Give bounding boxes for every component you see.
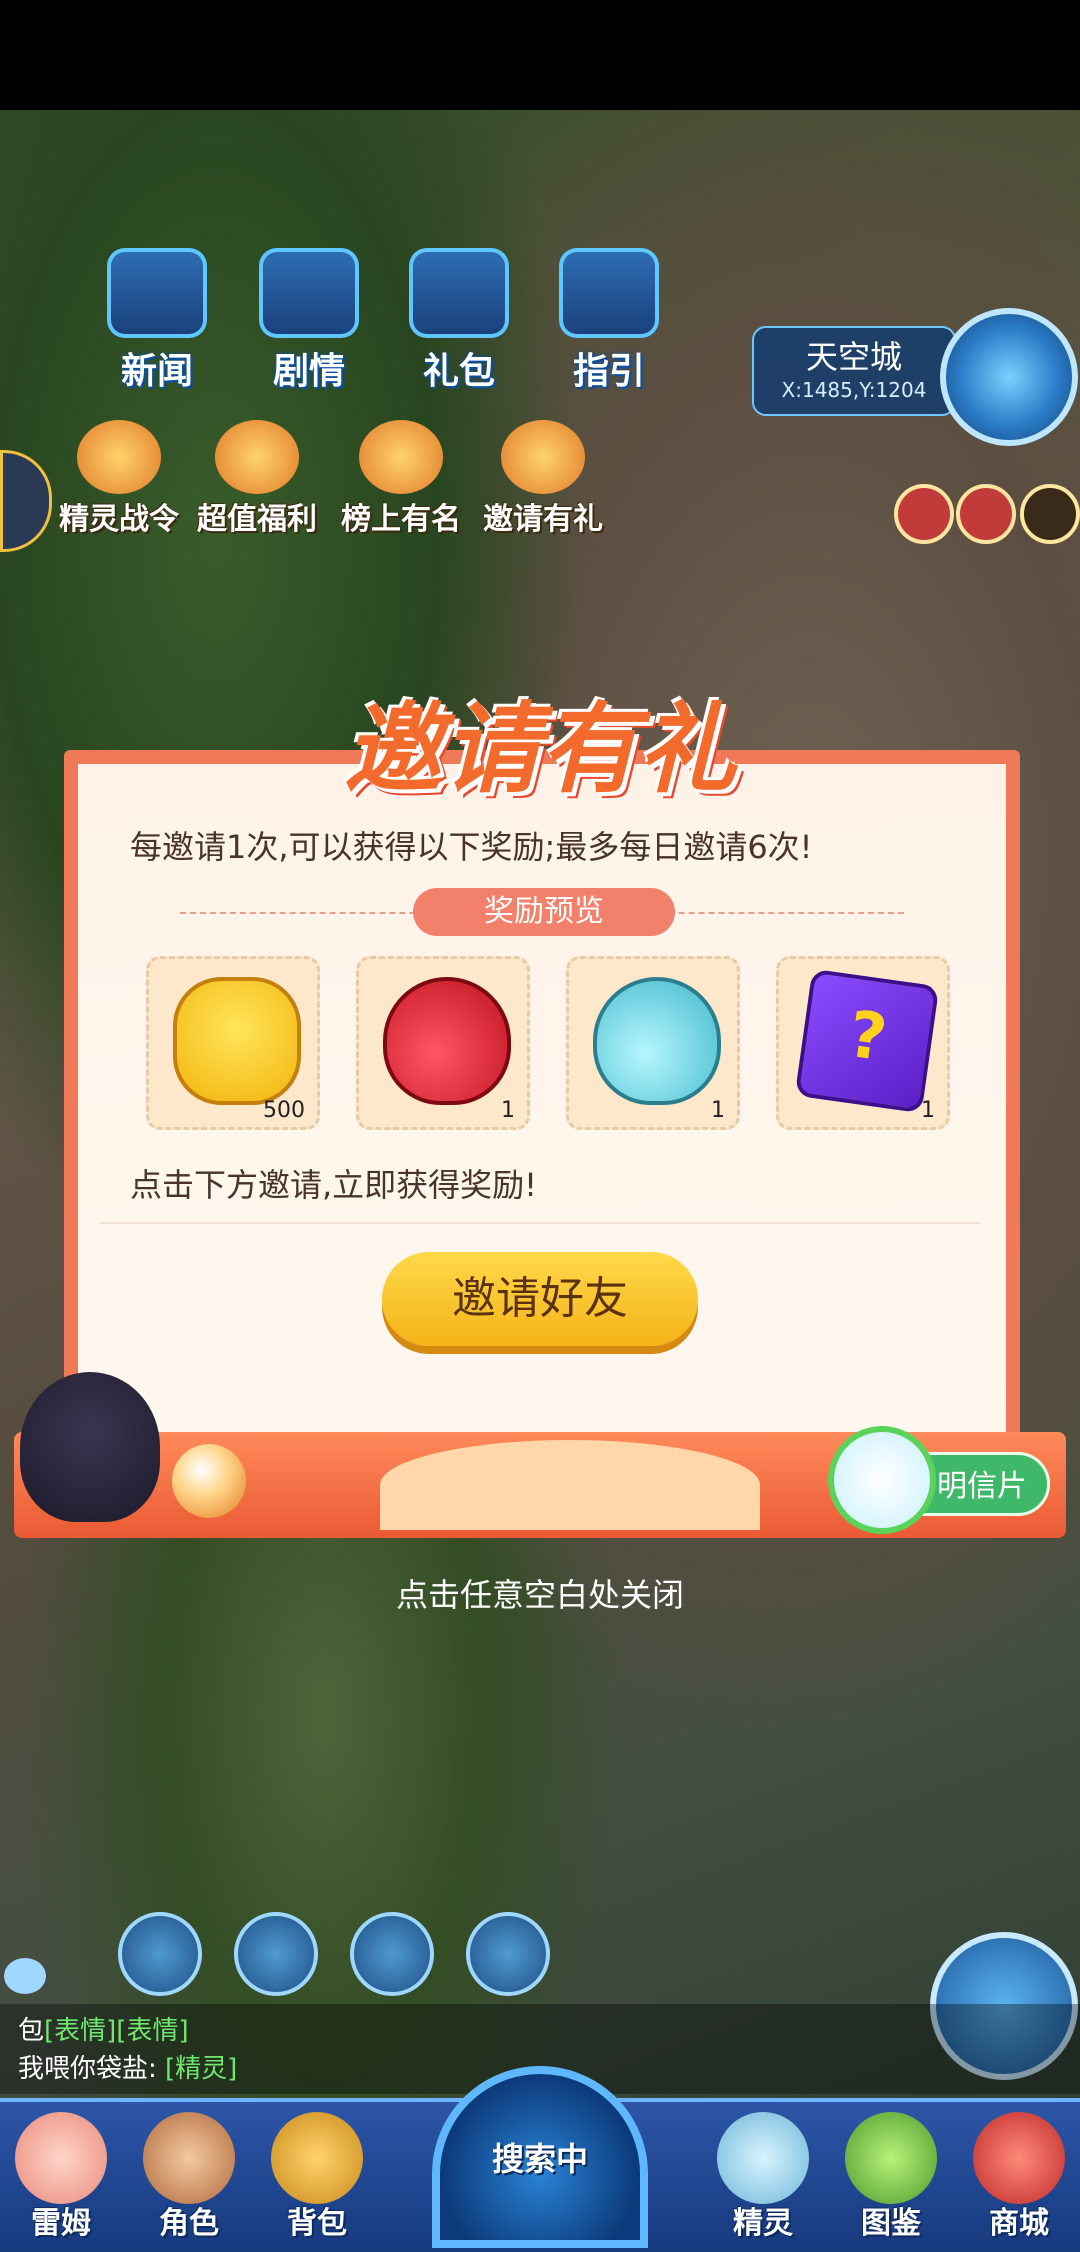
nav-backpack[interactable]: 背包 <box>262 2112 372 2246</box>
nav-spirit-label: 精灵 <box>733 2206 793 2241</box>
red-potion-icon <box>383 977 511 1105</box>
invite-reward-button[interactable]: 邀请有礼 <box>468 420 618 540</box>
postcard-icon[interactable] <box>828 1426 936 1534</box>
modal-title: 邀请有礼 <box>343 693 736 807</box>
bell-icon[interactable] <box>466 1912 550 1996</box>
chat-line-1: 包[表情][表情] <box>18 2010 189 2047</box>
leaderboard-button[interactable]: 榜上有名 <box>326 420 476 540</box>
spirit-pass-label: 精灵战令 <box>59 502 179 537</box>
chat-line-1-prefix: 包 <box>18 2016 45 2046</box>
reward-slot-blue-potion[interactable]: 1 <box>566 956 740 1130</box>
gift-pack-label: 礼包 <box>422 351 495 392</box>
nav-backpack-label: 背包 <box>287 2206 347 2241</box>
chat-icon[interactable] <box>4 1958 46 1994</box>
chat-line-1-tags: [表情][表情] <box>44 2016 189 2046</box>
gift-pack-button[interactable]: 礼包 <box>394 248 524 398</box>
invite-envelope-icon <box>501 420 585 494</box>
nav-shop-label: 商城 <box>989 2206 1049 2241</box>
invite-friend-button[interactable]: 邀请好友 <box>382 1252 698 1346</box>
story-button[interactable]: 剧情 <box>244 248 374 398</box>
reward-description: 每邀请1次,可以获得以下奖励;最多每日邀请6次! <box>130 828 813 866</box>
coordinates: X:1485,Y:1204 <box>781 378 927 402</box>
blue-potion-icon <box>593 977 721 1105</box>
reward-slot-coins[interactable]: 500 <box>146 956 320 1130</box>
nav-rem[interactable]: 雷姆 <box>6 2112 116 2246</box>
spirit-pass-icon <box>77 420 161 494</box>
reward-qty: 1 <box>711 1098 725 1123</box>
invite-hint: 点击下方邀请,立即获得奖励! <box>130 1166 538 1204</box>
chat-line-2-text: 我喂你袋盐: <box>18 2054 157 2084</box>
nav-character-label: 角色 <box>159 2206 219 2241</box>
close-hint[interactable]: 点击任意空白处关闭 <box>0 1570 1080 1616</box>
spirit-pass-button[interactable]: 精灵战令 <box>44 420 194 540</box>
gift-pack-icon <box>409 248 509 338</box>
nav-character[interactable]: 角色 <box>134 2112 244 2246</box>
story-icon <box>259 248 359 338</box>
reward-preview-label: 奖励预览 <box>413 888 675 936</box>
spirit-icon <box>717 2112 809 2204</box>
panda-icon[interactable] <box>350 1912 434 1996</box>
shop-icon <box>973 2112 1065 2204</box>
nav-rem-label: 雷姆 <box>31 2206 91 2241</box>
value-welfare-button[interactable]: 超值福利 <box>182 420 332 540</box>
chat-line-2-tag: [精灵] <box>165 2054 238 2084</box>
trophy-icon <box>359 420 443 494</box>
skill-icon-2[interactable] <box>234 1912 318 1996</box>
guide-icon <box>559 248 659 338</box>
mystery-puzzle-icon: ? <box>794 968 940 1114</box>
reward-qty: 1 <box>501 1098 515 1123</box>
guide-button[interactable]: 指引 <box>544 248 674 398</box>
cat-coin-icon <box>173 977 301 1105</box>
mute-sound-icon[interactable] <box>956 484 1016 544</box>
skill-icon-1[interactable] <box>118 1912 202 1996</box>
menu-toggle-icon[interactable] <box>1020 484 1080 544</box>
leaderboard-label: 榜上有名 <box>341 502 461 537</box>
backpack-icon <box>271 2112 363 2204</box>
story-label: 剧情 <box>272 351 345 392</box>
gift-box-icon <box>215 420 299 494</box>
capture-ball-icon <box>172 1444 246 1518</box>
city-name: 天空城 <box>805 338 902 376</box>
reward-slot-red-potion[interactable]: 1 <box>356 956 530 1130</box>
nav-shop[interactable]: 商城 <box>964 2112 1074 2246</box>
divider <box>100 1222 980 1224</box>
invite-reward-label: 邀请有礼 <box>483 502 603 537</box>
map-button[interactable] <box>940 308 1078 446</box>
character-avatar-icon <box>143 2112 235 2204</box>
reward-slot-mystery[interactable]: ? 1 <box>776 956 950 1130</box>
dragon-mascot <box>20 1372 160 1522</box>
value-welfare-label: 超值福利 <box>197 502 317 537</box>
mute-music-icon[interactable] <box>894 484 954 544</box>
chat-line-2: 我喂你袋盐: [精灵] <box>18 2048 237 2085</box>
codex-icon <box>845 2112 937 2204</box>
rem-avatar-icon <box>15 2112 107 2204</box>
guide-label: 指引 <box>572 351 645 392</box>
reward-qty: 1 <box>921 1098 935 1123</box>
nav-codex[interactable]: 图鉴 <box>836 2112 946 2246</box>
reward-qty: 500 <box>263 1098 305 1123</box>
cloud-decoration <box>380 1440 760 1530</box>
news-button[interactable]: 新闻 <box>92 248 222 398</box>
location-panel: 天空城 X:1485,Y:1204 <box>752 326 956 416</box>
news-label: 新闻 <box>120 351 193 392</box>
news-icon <box>107 248 207 338</box>
nav-spirit[interactable]: 精灵 <box>708 2112 818 2246</box>
nav-codex-label: 图鉴 <box>861 2206 921 2241</box>
